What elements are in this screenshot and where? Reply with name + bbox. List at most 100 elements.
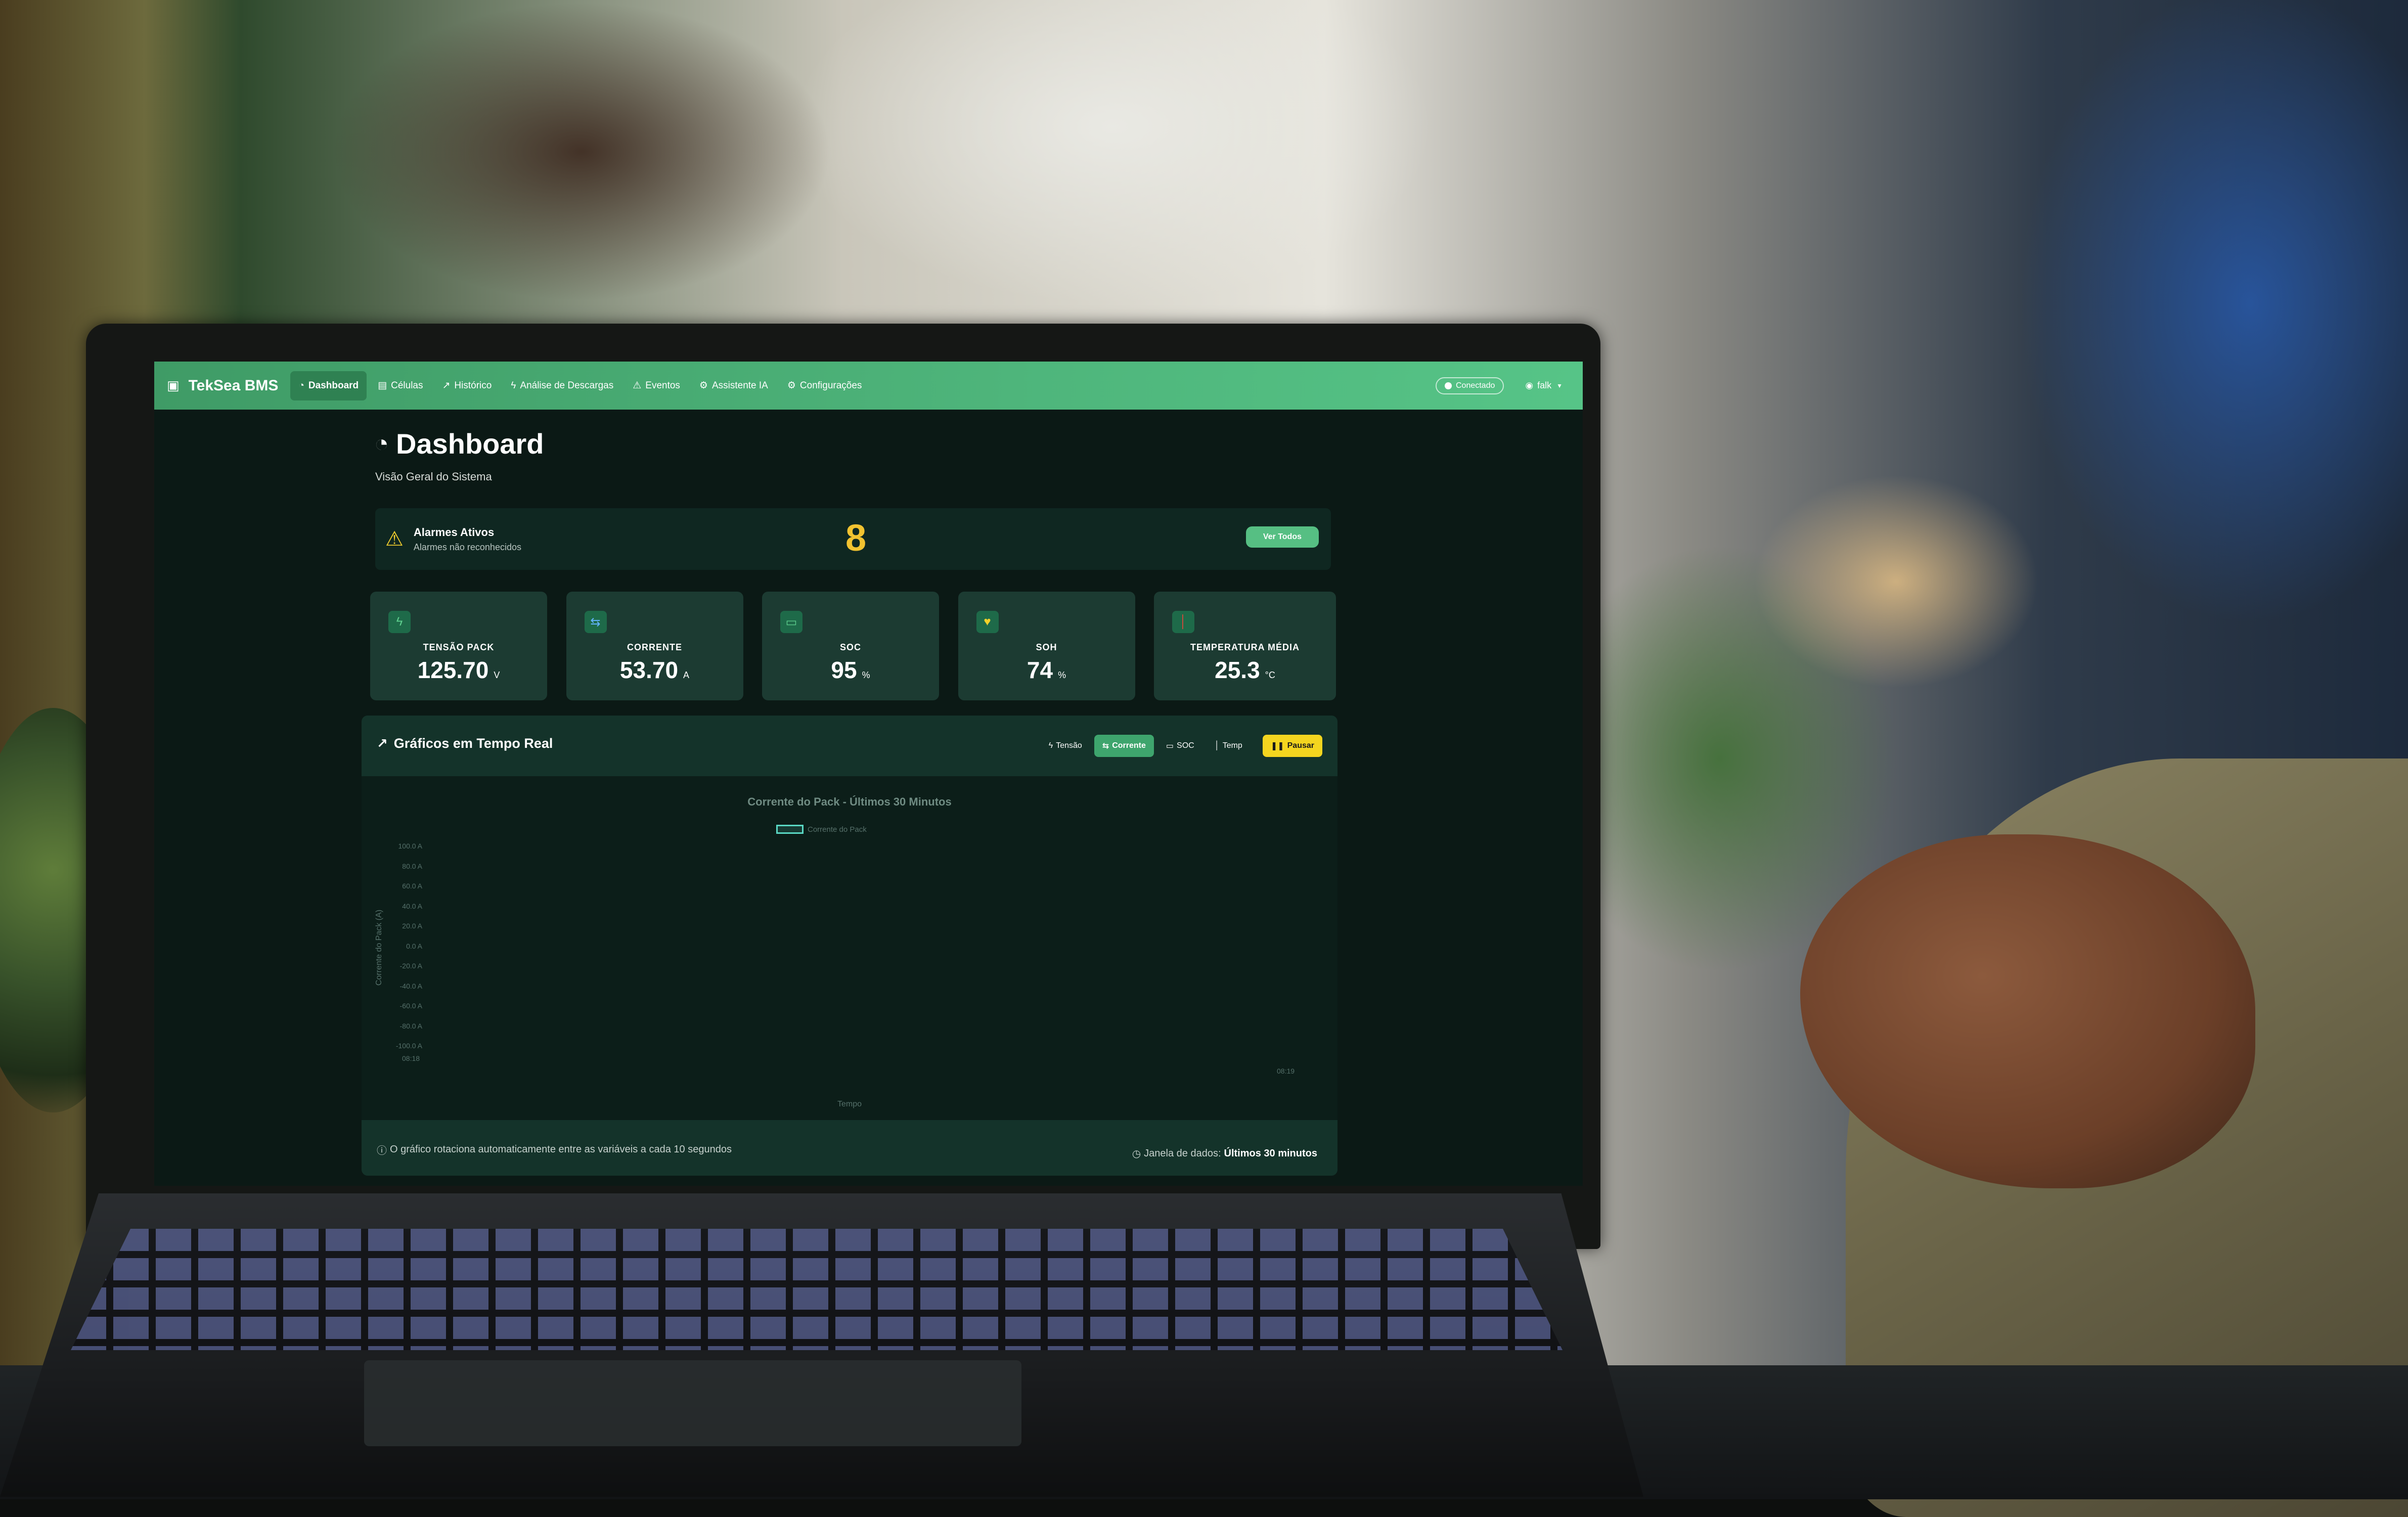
heart-icon: ♥ xyxy=(976,611,999,633)
metric-label: SOH xyxy=(1036,642,1057,652)
button-label: SOC xyxy=(1177,741,1194,750)
x-axis-label: Tempo xyxy=(837,1100,862,1108)
battery-car-icon: ▣ xyxy=(167,378,180,393)
metric-value-wrap: 95% xyxy=(762,656,939,684)
brand[interactable]: ▣ TekSea BMS xyxy=(167,377,278,394)
chart-button-tensao[interactable]: ϟ Tensão xyxy=(1041,735,1090,756)
lightning-icon: ϟ xyxy=(388,611,411,633)
arrows-exchange-icon: ⇆ xyxy=(1102,742,1109,750)
laptop-screen: ▣ TekSea BMS ◔ Dashboard ▤ Células ↗ His… xyxy=(154,362,1583,1186)
nav-item-configuracoes[interactable]: ⚙ Configurações xyxy=(779,371,870,400)
user-menu[interactable]: ◉ falk ▼ xyxy=(1525,380,1563,391)
top-navbar: ▣ TekSea BMS ◔ Dashboard ▤ Células ↗ His… xyxy=(154,362,1583,410)
charts-title: ↗ Gráficos em Tempo Real xyxy=(377,736,553,751)
active-alarms-card: ⚠ Alarmes Ativos Alarmes não reconhecido… xyxy=(375,508,1331,570)
gear-icon: ⚙ xyxy=(787,380,796,391)
nav-item-label: Assistente IA xyxy=(711,380,768,391)
nav-item-historico[interactable]: ↗ Histórico xyxy=(434,371,500,400)
metric-label: TEMPERATURA MÉDIA xyxy=(1190,642,1300,652)
thermometer-icon: │ xyxy=(1172,611,1194,633)
nav-item-dashboard[interactable]: ◔ Dashboard xyxy=(290,371,367,400)
data-window: ◷ Janela de dados: Últimos 30 minutos xyxy=(1132,1147,1317,1160)
battery-icon: ▭ xyxy=(780,611,802,633)
metric-value: 125.70 xyxy=(417,657,489,683)
metric-unit: % xyxy=(862,670,870,680)
chart-area: Corrente do Pack - Últimos 30 Minutos Co… xyxy=(362,776,1337,1120)
charts-header: ↗ Gráficos em Tempo Real ϟ Tensão ⇆ Corr… xyxy=(362,716,1337,776)
metric-value-wrap: 53.70 A xyxy=(566,656,743,684)
button-label: Corrente xyxy=(1112,741,1146,750)
page-subtitle: Visão Geral do Sistema xyxy=(375,470,492,483)
nav-item-label: Configurações xyxy=(799,380,862,391)
laptop-keys xyxy=(71,1229,1563,1350)
info-icon: ⓘ xyxy=(377,1145,387,1156)
page-title: ◔ Dashboard xyxy=(374,427,544,460)
nav-menu: ◔ Dashboard ▤ Células ↗ Histórico ϟ Anál… xyxy=(290,371,873,400)
metric-unit: °C xyxy=(1265,670,1275,680)
connection-status-text: Conectado xyxy=(1455,381,1495,390)
alarm-title: Alarmes Ativos xyxy=(413,525,495,539)
laptop-trackpad xyxy=(364,1360,1021,1446)
nav-item-label: Eventos xyxy=(645,380,680,391)
metric-value: 74 xyxy=(1027,657,1053,683)
metric-label: SOC xyxy=(839,642,861,652)
nav-item-analise-descargas[interactable]: ϟ Análise de Descargas xyxy=(503,371,621,400)
user-circle-icon: ◉ xyxy=(1525,380,1534,390)
metric-card-soh: ♥ SOH 74% xyxy=(958,592,1135,700)
nav-item-assistente-ia[interactable]: ⚙ Assistente IA xyxy=(691,371,776,400)
arrows-exchange-icon: ⇆ xyxy=(584,611,607,633)
alarm-text: Alarmes Ativos Alarmes não reconhecidos xyxy=(414,526,521,553)
metric-value: 95 xyxy=(831,657,857,683)
metric-value-wrap: 25.3 °C xyxy=(1154,656,1336,684)
alarm-count: 8 xyxy=(845,517,867,559)
nav-item-label: Dashboard xyxy=(308,380,359,391)
nav-item-label: Análise de Descargas xyxy=(520,380,614,391)
view-all-alarms-button[interactable]: Ver Todos xyxy=(1245,526,1319,548)
user-name: falk xyxy=(1537,380,1552,390)
pause-button[interactable]: ❚❚ Pausar xyxy=(1262,735,1322,757)
metric-value-wrap: 125.70 V xyxy=(370,656,547,684)
nav-right: Conectado ◉ falk ▼ xyxy=(1435,377,1563,394)
warning-icon: ⚠ xyxy=(633,380,642,391)
charts-footer: ⓘ O gráfico rotaciona automaticamente en… xyxy=(362,1120,1337,1176)
page-title-text: Dashboard xyxy=(396,428,544,460)
realtime-charts-panel: ↗ Gráficos em Tempo Real ϟ Tensão ⇆ Corr… xyxy=(362,716,1337,1176)
rotation-note: ⓘ O gráfico rotaciona automaticamente en… xyxy=(377,1142,732,1157)
chart-plot xyxy=(362,776,1337,1120)
chart-button-soc[interactable]: ▭ SOC xyxy=(1158,735,1202,757)
brand-name: TekSea BMS xyxy=(188,377,279,394)
metric-card-soc: ▭ SOC 95% xyxy=(762,592,939,700)
lightning-icon: ϟ xyxy=(511,380,516,391)
data-window-label: Janela de dados: xyxy=(1144,1148,1221,1159)
metric-label: TENSÃO PACK xyxy=(423,642,495,652)
metric-card-temperatura-media: │ TEMPERATURA MÉDIA 25.3 °C xyxy=(1154,592,1336,700)
battery-icon: ▭ xyxy=(1166,742,1174,750)
warning-icon: ⚠ xyxy=(385,528,404,550)
alarm-subtitle: Alarmes não reconhecidos xyxy=(413,542,521,552)
chevron-down-icon: ▼ xyxy=(1556,382,1563,389)
connection-status-badge: Conectado xyxy=(1435,377,1504,394)
nav-item-celulas[interactable]: ▤ Células xyxy=(370,371,431,400)
metric-value-wrap: 74% xyxy=(958,656,1135,684)
button-label: Pausar xyxy=(1287,741,1314,750)
status-dot-icon xyxy=(1444,382,1452,389)
lightning-icon: ϟ xyxy=(1048,741,1053,750)
robot-icon: ⚙ xyxy=(699,380,708,391)
metric-unit: % xyxy=(1058,670,1066,680)
metric-value: 25.3 xyxy=(1215,657,1260,683)
nav-item-label: Células xyxy=(391,380,423,391)
chart-variable-buttons: ϟ Tensão ⇆ Corrente ▭ SOC │ Temp ❚❚ Paus… xyxy=(1037,735,1322,757)
thermometer-icon: │ xyxy=(1214,741,1220,750)
pause-icon: ❚❚ xyxy=(1270,742,1284,750)
nav-item-eventos[interactable]: ⚠ Eventos xyxy=(625,371,688,400)
chart-line-icon: ↗ xyxy=(442,380,451,391)
metrics-row: ϟ TENSÃO PACK 125.70 V ⇆ CORRENTE 53.70 A … xyxy=(370,592,1336,703)
metric-card-tensao-pack: ϟ TENSÃO PACK 125.70 V xyxy=(370,592,547,700)
metric-unit: V xyxy=(494,670,500,680)
chart-button-corrente[interactable]: ⇆ Corrente xyxy=(1094,735,1154,757)
metric-value: 53.70 xyxy=(619,657,679,683)
chart-button-temp[interactable]: │ Temp xyxy=(1207,735,1251,756)
button-label: Temp xyxy=(1222,741,1242,750)
rotation-note-text: O gráfico rotaciona automaticamente entr… xyxy=(390,1144,732,1155)
button-label: Tensão xyxy=(1056,741,1082,750)
